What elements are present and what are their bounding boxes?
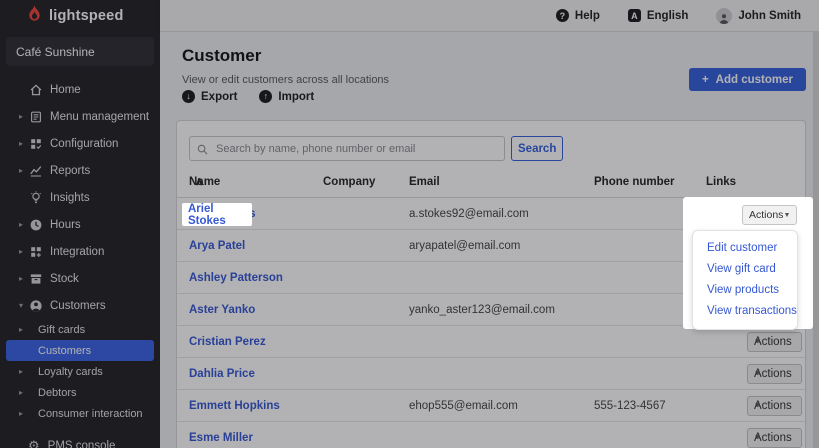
caret-down-icon: ▼ (783, 212, 790, 219)
customer-name-link[interactable]: Ariel Stokes (188, 203, 252, 227)
app-window: lightspeed Café Sunshine Home ▸ Menu man… (0, 0, 819, 448)
spotlight-actions-menu: Actions▼ Edit customerView gift cardView… (683, 197, 813, 329)
actions-menu-item-view-products[interactable]: View products (693, 280, 797, 301)
actions-button[interactable]: Actions▼ (742, 205, 797, 225)
actions-menu-item-view-gift-card[interactable]: View gift card (693, 259, 797, 280)
spotlight-customer-name: Ariel Stokes (182, 203, 252, 226)
actions-menu-item-edit-customer[interactable]: Edit customer (693, 238, 797, 259)
actions-menu-item-view-transactions[interactable]: View transactions (693, 301, 797, 322)
actions-dropdown: Edit customerView gift cardView products… (692, 230, 798, 330)
